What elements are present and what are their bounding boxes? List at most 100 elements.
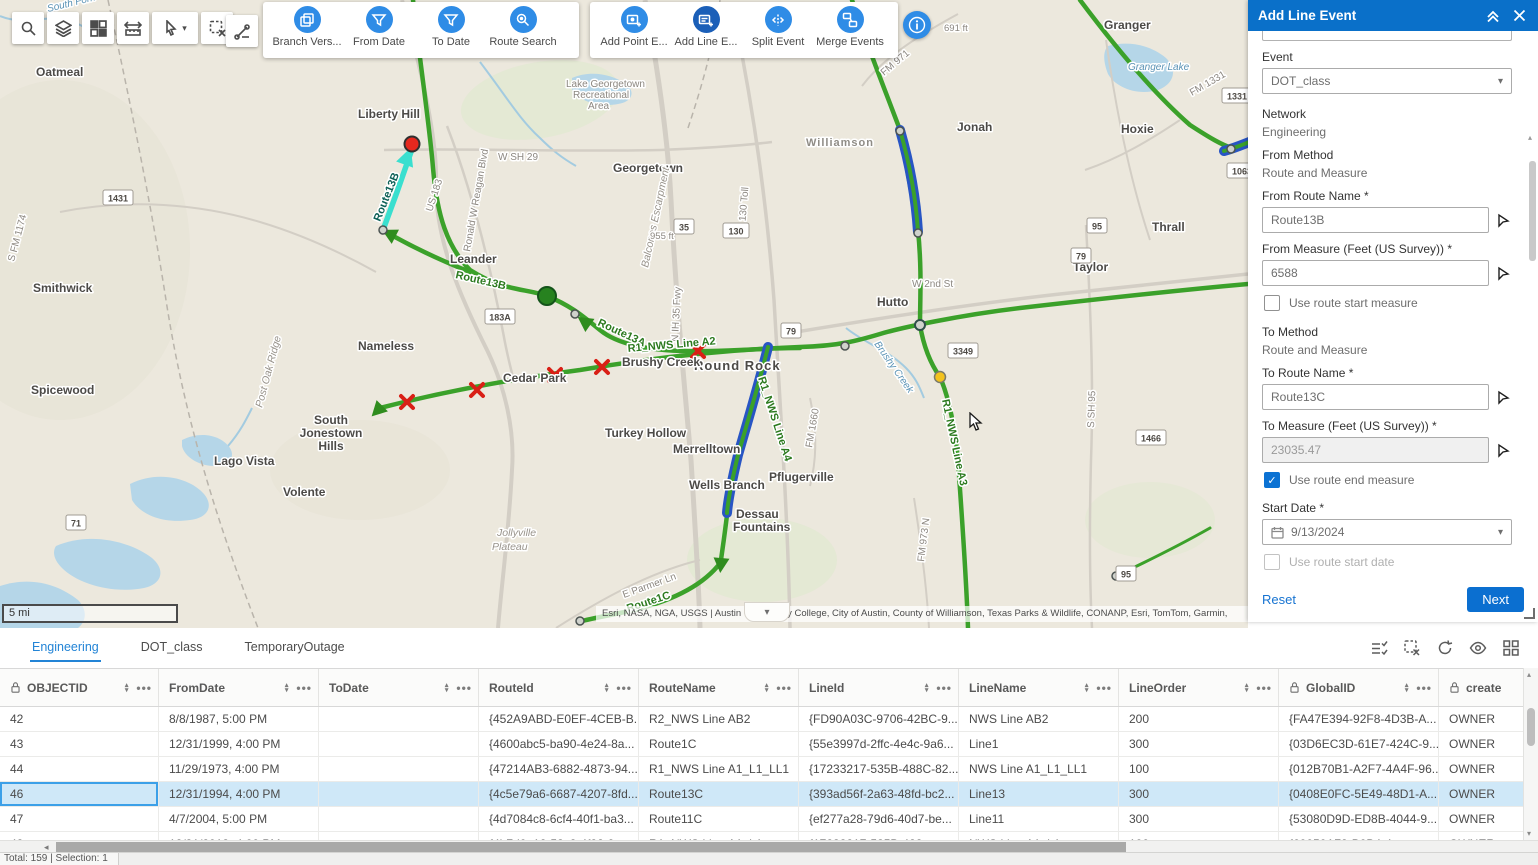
- collapse-panel-button[interactable]: [1484, 7, 1502, 25]
- table-cell[interactable]: Line13: [959, 782, 1119, 806]
- layers-button[interactable]: [47, 12, 79, 44]
- table-cell[interactable]: NWS Line AB2: [959, 707, 1119, 731]
- sort-icon[interactable]: ▴▾: [1085, 683, 1089, 693]
- pick-from-map-button[interactable]: [1494, 441, 1512, 459]
- next-button[interactable]: Next: [1467, 587, 1524, 612]
- table-cell[interactable]: 300: [1119, 807, 1279, 831]
- toolbar-from-date[interactable]: From Date: [343, 6, 415, 48]
- select-dropdown-caret-icon[interactable]: ▾: [182, 23, 187, 34]
- column-menu-icon[interactable]: •••: [936, 681, 952, 695]
- table-cell[interactable]: R2_NWS Line AB2: [639, 707, 799, 731]
- table-cell[interactable]: 47: [0, 807, 159, 831]
- table-cell[interactable]: [319, 732, 479, 756]
- table-cell[interactable]: Line11: [959, 807, 1119, 831]
- table-cell[interactable]: {17233217-535B-488C-82...: [799, 757, 959, 781]
- sort-icon[interactable]: ▴▾: [765, 683, 769, 693]
- column-menu-icon[interactable]: •••: [136, 681, 152, 695]
- toggle-columns-button[interactable]: [1465, 635, 1491, 661]
- table-cell[interactable]: {0408E0FC-5E49-48D1-A...: [1279, 782, 1439, 806]
- table-cell[interactable]: {012B70B1-A2F7-4A4F-96...: [1279, 757, 1439, 781]
- table-cell[interactable]: 300: [1119, 732, 1279, 756]
- attribution-collapse-tab[interactable]: ▾: [744, 602, 790, 622]
- to-route-name-input[interactable]: Route13C: [1262, 384, 1489, 410]
- basemap-button[interactable]: [82, 12, 114, 44]
- table-cell[interactable]: {53080D9D-ED8B-4044-9...: [1279, 807, 1439, 831]
- table-cell[interactable]: OWNER: [1439, 782, 1508, 806]
- column-menu-icon[interactable]: •••: [1096, 681, 1112, 695]
- table-cell[interactable]: Route1C: [639, 732, 799, 756]
- info-button[interactable]: [903, 11, 931, 39]
- table-cell[interactable]: R1_NWS Line A1_L1_LL1: [639, 757, 799, 781]
- column-menu-icon[interactable]: •••: [776, 681, 792, 695]
- table-vertical-scrollbar[interactable]: ▴ ▾: [1523, 668, 1538, 840]
- table-cell[interactable]: {ef277a28-79d6-40d7-be...: [799, 807, 959, 831]
- table-cell[interactable]: 43: [0, 732, 159, 756]
- table-cell[interactable]: [319, 782, 479, 806]
- table-cell[interactable]: Route11C: [639, 807, 799, 831]
- from-route-name-input[interactable]: Route13B: [1262, 207, 1489, 233]
- measure-button[interactable]: [117, 12, 149, 44]
- table-cell[interactable]: 46: [0, 782, 159, 806]
- table-row[interactable]: 4312/31/1999, 4:00 PM{4600abc5-ba90-4e24…: [0, 732, 1524, 757]
- table-cell[interactable]: NWS Line A1_L1_LL1: [959, 757, 1119, 781]
- table-options-button[interactable]: [1498, 635, 1524, 661]
- column-header-create[interactable]: create: [1439, 669, 1508, 706]
- panel-resize-handle[interactable]: [1524, 608, 1535, 619]
- column-header-objectid[interactable]: OBJECTID ▴▾•••: [0, 669, 159, 706]
- table-row[interactable]: 4612/31/1994, 4:00 PM {4c5e79a6-6687-4207…: [0, 782, 1524, 807]
- sort-icon[interactable]: ▴▾: [925, 683, 929, 693]
- column-menu-icon[interactable]: •••: [1416, 681, 1432, 695]
- table-cell[interactable]: {47214AB3-6882-4873-94...: [479, 757, 639, 781]
- column-header-linename[interactable]: LineName ▴▾•••: [959, 669, 1119, 706]
- pick-from-map-button[interactable]: [1494, 388, 1512, 406]
- table-cell[interactable]: Line1: [959, 732, 1119, 756]
- column-menu-icon[interactable]: •••: [616, 681, 632, 695]
- refresh-table-button[interactable]: [1432, 635, 1458, 661]
- scroll-up-icon[interactable]: ▴: [1528, 133, 1532, 142]
- scrollbar-thumb[interactable]: [1529, 161, 1536, 261]
- event-select[interactable]: DOT_class ▾: [1262, 68, 1512, 94]
- start-date-input[interactable]: 9/13/2024 ▾: [1262, 519, 1512, 545]
- panel-scrollbar[interactable]: ▴ ▾: [1529, 135, 1536, 576]
- use-route-end-measure-checkbox[interactable]: Use route end measure: [1262, 472, 1512, 488]
- sort-icon[interactable]: ▴▾: [605, 683, 609, 693]
- table-cell[interactable]: [319, 807, 479, 831]
- tab-temporary-outage[interactable]: TemporaryOutage: [243, 630, 347, 664]
- table-cell[interactable]: 42: [0, 707, 159, 731]
- column-header-routename[interactable]: RouteName ▴▾•••: [639, 669, 799, 706]
- column-header-fromdate[interactable]: FromDate ▴▾•••: [159, 669, 319, 706]
- column-menu-icon[interactable]: •••: [296, 681, 312, 695]
- toolbar-to-date[interactable]: To Date: [415, 6, 487, 48]
- map-canvas[interactable]: OatmealLiberty HillSmithwickNamelessSpic…: [0, 0, 1248, 628]
- column-menu-icon[interactable]: •••: [1256, 681, 1272, 695]
- select-tool-button[interactable]: ▾: [152, 12, 198, 44]
- table-cell[interactable]: {FA47E394-92F8-4D3B-A...: [1279, 707, 1439, 731]
- toolbar-split-event[interactable]: Split Event: [742, 6, 814, 48]
- table-cell[interactable]: 12/31/1994, 4:00 PM: [159, 782, 319, 806]
- table-cell[interactable]: 4/7/2004, 5:00 PM: [159, 807, 319, 831]
- table-cell[interactable]: {4d7084c8-6cf4-40f1-ba3...: [479, 807, 639, 831]
- scrollbar-thumb[interactable]: [1527, 708, 1535, 746]
- table-row[interactable]: 428/8/1987, 5:00 PM{452A9ABD-E0EF-4CEB-B…: [0, 707, 1524, 732]
- table-cell[interactable]: OWNER: [1439, 807, 1508, 831]
- table-cell[interactable]: {4c5e79a6-6687-4207-8fd...: [479, 782, 639, 806]
- scroll-down-icon[interactable]: ▾: [1527, 829, 1531, 838]
- table-cell[interactable]: {55e3997d-2ffc-4e4c-9a6...: [799, 732, 959, 756]
- map-tool-button[interactable]: [226, 15, 258, 47]
- sort-icon[interactable]: ▴▾: [125, 683, 129, 693]
- column-header-routeid[interactable]: RouteId ▴▾•••: [479, 669, 639, 706]
- table-cell[interactable]: 12/31/1999, 4:00 PM: [159, 732, 319, 756]
- table-cell[interactable]: [319, 757, 479, 781]
- table-cell[interactable]: 11/29/1973, 4:00 PM: [159, 757, 319, 781]
- pick-from-map-button[interactable]: [1494, 264, 1512, 282]
- column-header-lineorder[interactable]: LineOrder ▴▾•••: [1119, 669, 1279, 706]
- table-cell[interactable]: Route13C: [639, 782, 799, 806]
- table-cell[interactable]: 44: [0, 757, 159, 781]
- toolbar-merge-events[interactable]: Merge Events: [814, 6, 886, 48]
- table-cell[interactable]: [319, 707, 479, 731]
- sort-icon[interactable]: ▴▾: [1405, 683, 1409, 693]
- scroll-up-icon[interactable]: ▴: [1527, 670, 1531, 679]
- toolbar-add-line-event[interactable]: Add Line E...: [670, 6, 742, 48]
- table-cell[interactable]: 200: [1119, 707, 1279, 731]
- table-cell[interactable]: {452A9ABD-E0EF-4CEB-B...: [479, 707, 639, 731]
